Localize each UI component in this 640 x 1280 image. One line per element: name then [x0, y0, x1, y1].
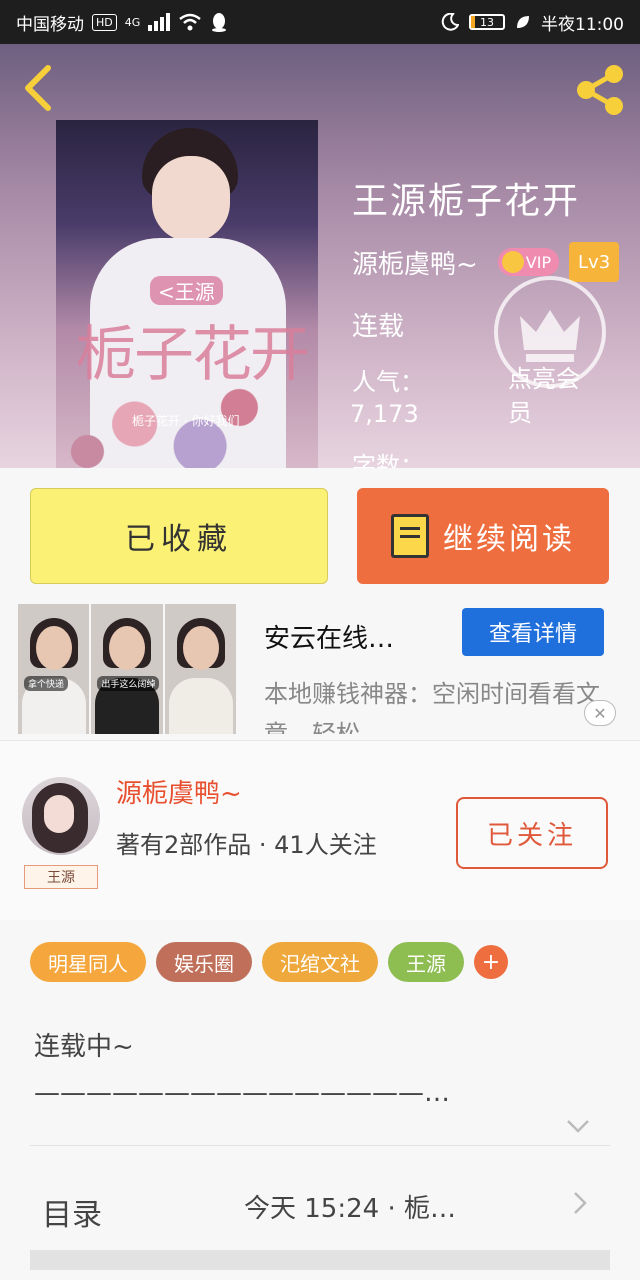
synopsis[interactable]: 连载中~ ———————————————…	[34, 1024, 554, 1116]
tag-chip[interactable]: 王源	[388, 942, 464, 982]
author-name[interactable]: 源栀虞鸭~	[116, 773, 242, 810]
synopsis-line: ———————————————…	[34, 1078, 450, 1108]
book-icon	[391, 514, 429, 558]
leaf-icon	[517, 16, 529, 28]
back-arrow-icon[interactable]	[20, 64, 60, 112]
popularity-label: 人气：	[352, 368, 424, 396]
latest-update: 今天 15:24 · 栀…	[244, 1194, 456, 1224]
ad-image: 拿个快递	[18, 604, 90, 734]
ad-image-caption: 出手这么阔绰	[97, 676, 160, 691]
tag-chip[interactable]: 娱乐圈	[156, 942, 252, 982]
author-row: 源栀虞鸭~ VIP Lv3	[352, 242, 620, 282]
continue-reading-label: 继续阅读	[443, 522, 575, 557]
qq-icon	[212, 13, 227, 32]
synopsis-line: 连载中~	[34, 1032, 134, 1062]
serial-status: 连载	[352, 312, 405, 342]
wifi-icon	[179, 13, 202, 31]
battery-icon: 13	[469, 14, 505, 30]
carrier-label: 中国移动	[16, 14, 84, 35]
catalog-label: 目录	[42, 1198, 102, 1233]
ad-description: 本地赚钱神器：空闲时间看看文章，轻松…	[264, 680, 600, 734]
crown-icon	[501, 251, 524, 273]
add-tag-button[interactable]: +	[474, 945, 508, 979]
collected-button[interactable]: 已收藏	[30, 488, 328, 584]
book-author[interactable]: 源栀虞鸭~	[352, 244, 478, 281]
author-card: 王源 源栀虞鸭~ 著有2部作品 · 41人关注 已关注	[0, 740, 640, 920]
book-cover[interactable]: <王源 栀子花开 栀子花开 · 你好我们	[56, 120, 318, 468]
chevron-down-icon[interactable]	[566, 1118, 590, 1134]
share-icon[interactable]	[572, 62, 628, 118]
continue-reading-button[interactable]: 继续阅读	[357, 488, 609, 584]
cover-title: 栀子花开	[76, 320, 310, 390]
ad-image: 出手这么阔绰	[91, 604, 163, 734]
book-title: 王源栀子花开	[352, 181, 581, 222]
hd-icon: HD	[92, 13, 117, 31]
battery-level: 13	[480, 15, 494, 29]
divider	[30, 1145, 610, 1146]
cover-tag: <王源	[150, 276, 223, 305]
signal-icon	[148, 13, 171, 31]
vip-badge: VIP	[497, 248, 560, 276]
tag-list: 明星同人 娱乐圈 汜绾文社 王源 +	[30, 942, 508, 982]
ad-image	[164, 604, 236, 734]
ad-title: 安云在线…	[264, 624, 395, 654]
popularity-value: 7,173	[350, 400, 419, 428]
level-badge: Lv3	[569, 242, 620, 282]
catalog-row[interactable]: 目录 今天 15:24 · 栀…	[0, 1150, 640, 1250]
tag-chip[interactable]: 汜绾文社	[262, 942, 378, 982]
vip-label: VIP	[525, 252, 552, 272]
chevron-right-icon	[574, 1192, 587, 1214]
ad-image-caption: 拿个快递	[24, 676, 69, 691]
avatar[interactable]	[22, 777, 100, 855]
collected-label: 已收藏	[125, 522, 233, 557]
clock: 半夜11:00	[541, 14, 624, 35]
cover-figure-face	[152, 156, 230, 242]
author-stats: 著有2部作品 · 41人关注	[116, 831, 377, 859]
wordcount-label: 字数：	[352, 452, 424, 468]
avatar-tag: 王源	[24, 865, 98, 889]
ad-images: 拿个快递 出手这么阔绰	[18, 604, 236, 734]
ad-detail-button[interactable]: 查看详情	[462, 608, 604, 656]
follow-button[interactable]: 已关注	[456, 797, 608, 869]
network-label: 4G	[124, 15, 141, 29]
ad-banner[interactable]: 拿个快递 出手这么阔绰 安云在线… 查看详情 本地赚钱神器：空闲时间看看文章，轻…	[18, 604, 622, 734]
status-bar: 中国移动 HD 4G 13 半夜11:00	[0, 0, 640, 44]
tag-chip[interactable]: 明星同人	[30, 942, 146, 982]
book-header: <王源 栀子花开 栀子花开 · 你好我们 王源栀子花开 源栀虞鸭~ VIP Lv…	[0, 44, 640, 468]
moon-icon	[441, 13, 459, 31]
cover-caption: 栀子花开 · 你好我们	[132, 414, 240, 428]
ad-close-icon[interactable]: ✕	[584, 700, 616, 726]
light-up-vip-link[interactable]: 点亮会员	[508, 362, 600, 430]
bottom-bar	[30, 1250, 610, 1270]
